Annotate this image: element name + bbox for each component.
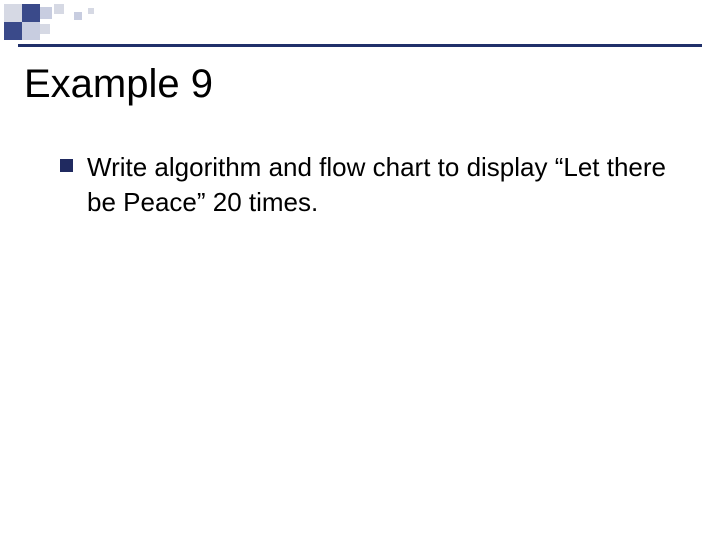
title-divider: [18, 44, 702, 47]
bullet-item: Write algorithm and flow chart to displa…: [60, 150, 680, 220]
bullet-icon: [60, 159, 73, 172]
slide-content: Write algorithm and flow chart to displa…: [60, 150, 680, 220]
bullet-text: Write algorithm and flow chart to displa…: [87, 150, 680, 220]
corner-decoration: [4, 4, 114, 44]
slide-title: Example 9: [24, 62, 213, 107]
